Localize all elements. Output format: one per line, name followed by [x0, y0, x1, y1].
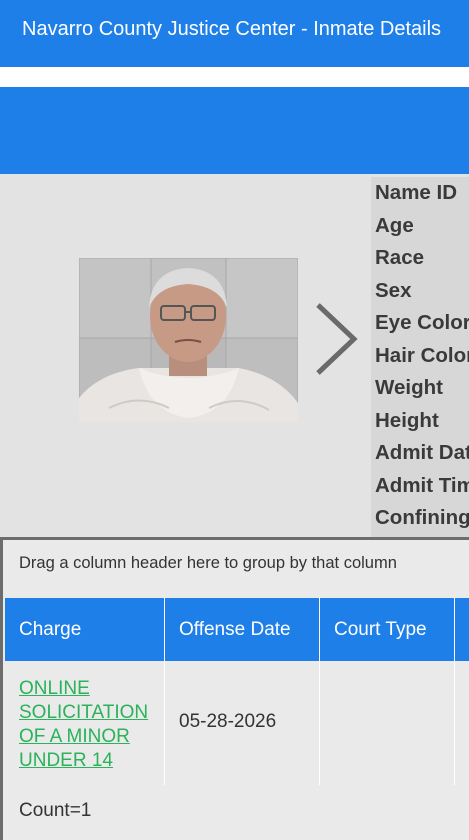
- charge-link[interactable]: ONLINE SOLICITATION OF A MINOR UNDER 14: [19, 677, 159, 773]
- cell-court-type: [320, 661, 455, 785]
- grid-header-row: Charge Offense Date Court Type: [5, 598, 469, 661]
- inmate-photo: [79, 258, 298, 422]
- label-age: Age: [375, 213, 414, 237]
- table-row: ONLINE SOLICITATION OF A MINOR UNDER 14 …: [5, 661, 469, 785]
- row-count: Count=1: [19, 800, 92, 821]
- page-title: Navarro County Justice Center - Inmate D…: [22, 18, 442, 40]
- group-panel-hint[interactable]: Drag a column header here to group by th…: [19, 554, 397, 573]
- column-header-court-type[interactable]: Court Type: [320, 598, 455, 661]
- label-confining: Confining: [375, 506, 469, 529]
- label-race: Race: [375, 246, 425, 269]
- cell-charge: ONLINE SOLICITATION OF A MINOR UNDER 14: [5, 661, 165, 785]
- detail-labels: Name ID Age Race Sex Eye Color Hair Colo…: [371, 177, 469, 537]
- cell-offense-date: 05-28-2026: [165, 661, 320, 785]
- offense-date-value: 05-28-2026: [179, 711, 277, 732]
- label-admit-time: Admit Time: [375, 473, 469, 497]
- column-header-offense-date[interactable]: Offense Date: [165, 598, 320, 661]
- inmate-detail-panel: Name ID Age Race Sex Eye Color Hair Colo…: [0, 174, 469, 537]
- label-admit-date: Admit Date: [375, 441, 469, 464]
- label-eye-color: Eye Color: [375, 311, 469, 334]
- label-name-id: Name ID: [375, 181, 458, 204]
- divider: [0, 67, 469, 87]
- chevron-right-icon[interactable]: [312, 301, 360, 377]
- label-hair-color: Hair Color: [375, 343, 469, 367]
- column-header-extra[interactable]: [455, 598, 469, 661]
- page-title-bar: Navarro County Justice Center - Inmate D…: [0, 0, 469, 67]
- charges-grid: Drag a column header here to group by th…: [0, 537, 469, 840]
- label-sex: Sex: [375, 278, 412, 302]
- banner: [0, 87, 469, 174]
- label-weight: Weight: [375, 376, 443, 399]
- column-header-charge[interactable]: Charge: [5, 598, 165, 661]
- cell-extra: [455, 661, 469, 785]
- label-height: Height: [375, 408, 439, 432]
